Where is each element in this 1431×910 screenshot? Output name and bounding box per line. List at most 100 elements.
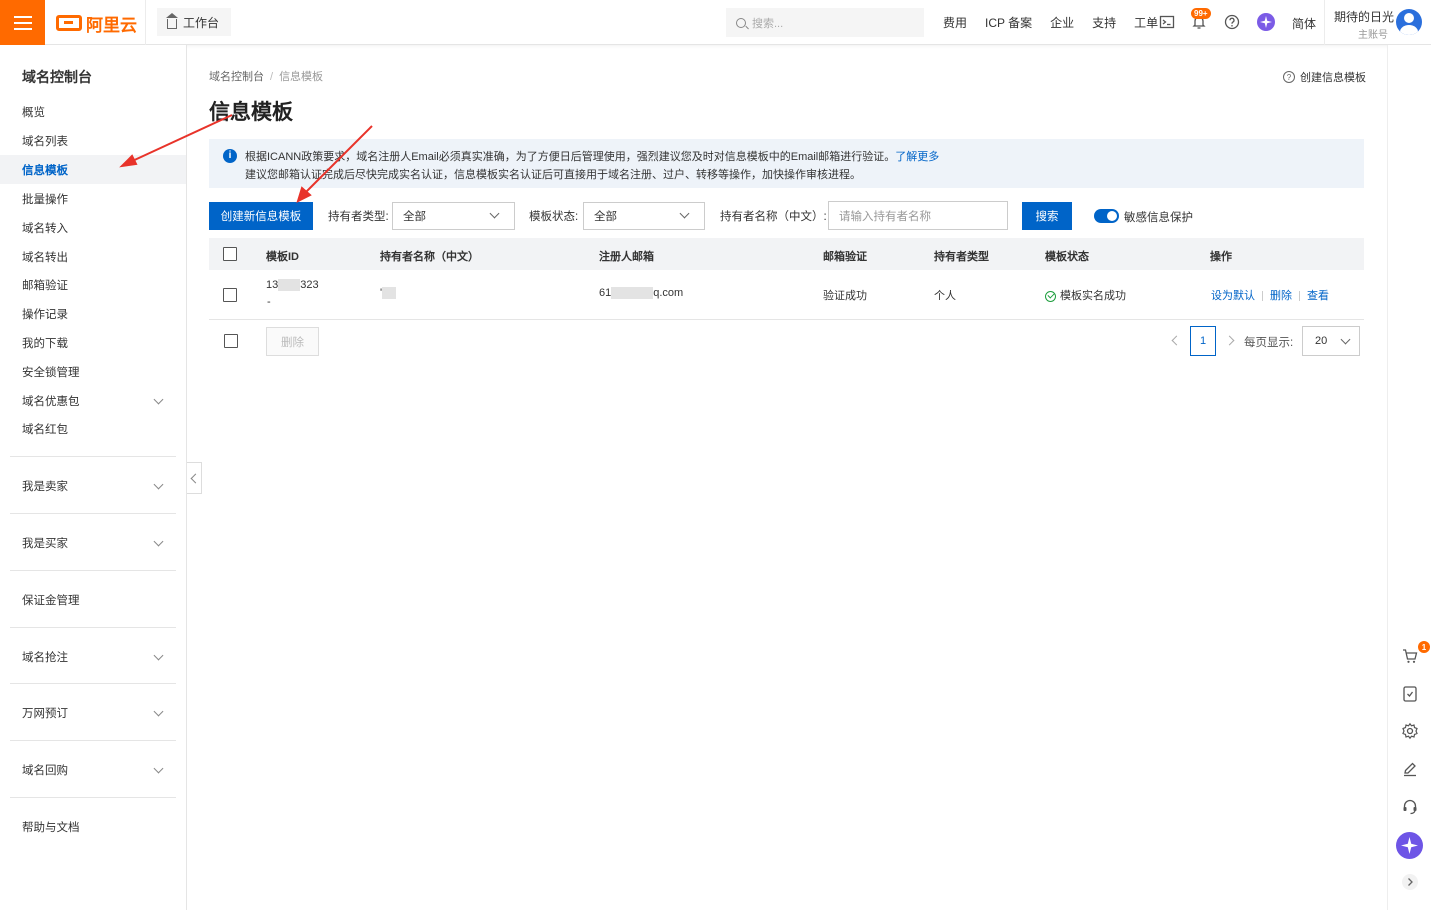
annotation-arrows (119, 114, 373, 203)
delete-link[interactable]: 删除 (1270, 290, 1292, 302)
sidebar-item-downloads[interactable]: 我的下载 (0, 328, 186, 357)
chevron-down-icon (489, 208, 500, 219)
sidebar-item-label: 邮箱验证 (22, 279, 68, 292)
sidebar-group-buyback[interactable]: 域名回购 (0, 755, 186, 784)
sidebar-group-backorder[interactable]: 域名抢注 (0, 642, 186, 671)
cart-badge: 1 (1418, 641, 1430, 653)
divider (10, 513, 176, 514)
sidebar-group-buyer[interactable]: 我是买家 (0, 528, 186, 557)
sidebar-item-red-packet[interactable]: 域名红包 (0, 414, 186, 443)
ai-assistant-icon[interactable] (1396, 832, 1423, 859)
divider (10, 797, 176, 798)
holder-type-value: 全部 (403, 211, 426, 223)
user-name[interactable]: 期待的日光 (1334, 8, 1394, 25)
right-rail (1387, 45, 1431, 910)
gear-icon[interactable] (1401, 722, 1419, 740)
sidebar-group-reservation[interactable]: 万网预订 (0, 698, 186, 727)
divider (10, 740, 176, 741)
check-circle-icon (1045, 290, 1056, 302)
row-checkbox[interactable] (223, 288, 237, 302)
annotation-arrowhead (296, 186, 312, 203)
divider (145, 0, 146, 45)
notice-line-1: 根据ICANN政策要求，域名注册人Email必须真实准确，为了方便日后管理使用，… (245, 148, 1364, 166)
nav-support[interactable]: 支持 (1092, 14, 1116, 31)
sidebar-item-domain-list[interactable]: 域名列表 (0, 126, 186, 155)
chevron-right-icon[interactable] (1224, 335, 1235, 346)
chevron-down-icon (153, 479, 164, 490)
help-link-label: 创建信息模板 (1300, 72, 1366, 84)
chevron-left-icon[interactable] (1171, 335, 1182, 346)
breadcrumb-root[interactable]: 域名控制台 (209, 71, 264, 83)
divider (10, 627, 176, 628)
workbench-button[interactable]: 工作台 (157, 8, 231, 36)
sidebar-item-batch[interactable]: 批量操作 (0, 184, 186, 213)
info-icon: i (223, 149, 237, 163)
divider (1324, 0, 1325, 45)
holder-type-select[interactable]: 全部 (392, 202, 515, 230)
help-icon[interactable] (1224, 14, 1240, 30)
logo-text: 阿里云 (86, 15, 137, 35)
template-status-value: 全部 (594, 211, 617, 223)
divider (1262, 291, 1263, 302)
bulk-delete-button[interactable]: 删除 (266, 327, 319, 356)
search-button[interactable]: 搜索 (1022, 202, 1072, 230)
sidebar-item-transfer-in[interactable]: 域名转入 (0, 213, 186, 242)
holder-name-input[interactable]: 请输入持有者名称 (828, 201, 1008, 230)
nav-fees[interactable]: 费用 (943, 14, 967, 31)
holder-name-placeholder: 请输入持有者名称 (839, 210, 931, 223)
sidebar-item-label: 操作记录 (22, 308, 68, 321)
terminal-icon[interactable] (1159, 14, 1175, 30)
template-status-select[interactable]: 全部 (583, 202, 705, 230)
chevron-down-icon (153, 763, 164, 774)
sidebar-collapse-handle[interactable] (187, 462, 202, 494)
page-size-select[interactable]: 20 (1302, 326, 1360, 356)
column-header: 持有者名称（中文） (380, 251, 479, 263)
nav-icp[interactable]: ICP 备案 (985, 14, 1032, 31)
template-status: 模板实名成功 (1045, 287, 1126, 303)
language-switch[interactable]: 简体 (1292, 15, 1316, 32)
ai-assistant-icon[interactable] (1257, 13, 1275, 31)
cart-icon[interactable] (1401, 647, 1419, 665)
select-all-checkbox[interactable] (223, 247, 237, 261)
page-size-label: 每页显示: (1244, 337, 1294, 349)
docs-icon[interactable] (1401, 685, 1419, 703)
nav-enterprise[interactable]: 企业 (1050, 14, 1074, 31)
sidebar-item-transfer-out[interactable]: 域名转出 (0, 242, 186, 271)
sidebar-group-deposit[interactable]: 保证金管理 (0, 585, 186, 614)
column-header: 注册人邮箱 (599, 251, 654, 263)
sidebar-item-email-verify[interactable]: 邮箱验证 (0, 270, 186, 299)
menu-icon[interactable] (0, 0, 45, 45)
sidebar-group-seller[interactable]: 我是卖家 (0, 471, 186, 500)
breadcrumb: 域名控制台 / 信息模板 (209, 68, 323, 84)
avatar[interactable] (1396, 9, 1422, 35)
chevron-right-icon[interactable] (1401, 873, 1419, 891)
email-suffix: q.com (653, 287, 684, 299)
page-current[interactable]: 1 (1190, 326, 1216, 356)
view-link[interactable]: 查看 (1307, 290, 1329, 302)
create-template-button[interactable]: 创建新信息模板 (209, 202, 313, 230)
create-template-help-link[interactable]: ? 创建信息模板 (1283, 69, 1366, 85)
column-header: 持有者类型 (934, 251, 989, 263)
sidebar-item-op-log[interactable]: 操作记录 (0, 299, 186, 328)
logo[interactable]: 阿里云 (56, 12, 137, 35)
sidebar-item-security-lock[interactable]: 安全锁管理 (0, 357, 186, 386)
sensitive-info-toggle[interactable] (1094, 209, 1119, 223)
template-id: 13 323 (266, 279, 319, 292)
global-search-input[interactable]: 搜索... (726, 8, 924, 37)
bulk-select-checkbox[interactable] (224, 334, 238, 348)
nav-ticket[interactable]: 工单 (1134, 14, 1158, 31)
sidebar-item-overview[interactable]: 概览 (0, 97, 186, 126)
sidebar-item-discount-pack[interactable]: 域名优惠包 (0, 386, 186, 415)
learn-more-link[interactable]: 了解更多 (895, 151, 939, 163)
sidebar-item-label: 域名优惠包 (22, 395, 80, 408)
customer-service-icon[interactable] (1401, 798, 1419, 816)
sidebar-group-help[interactable]: 帮助与文档 (0, 812, 186, 841)
sidebar-item-label: 域名回购 (22, 764, 68, 777)
sidebar-item-info-template[interactable]: 信息模板 (0, 155, 186, 184)
column-header: 模板状态 (1045, 251, 1089, 263)
edit-icon[interactable] (1401, 760, 1419, 778)
set-default-link[interactable]: 设为默认 (1211, 290, 1255, 302)
sidebar-item-label: 域名抢注 (22, 651, 68, 664)
notice-banner: i 根据ICANN政策要求，域名注册人Email必须真实准确，为了方便日后管理使… (209, 139, 1364, 188)
divider (10, 456, 176, 457)
